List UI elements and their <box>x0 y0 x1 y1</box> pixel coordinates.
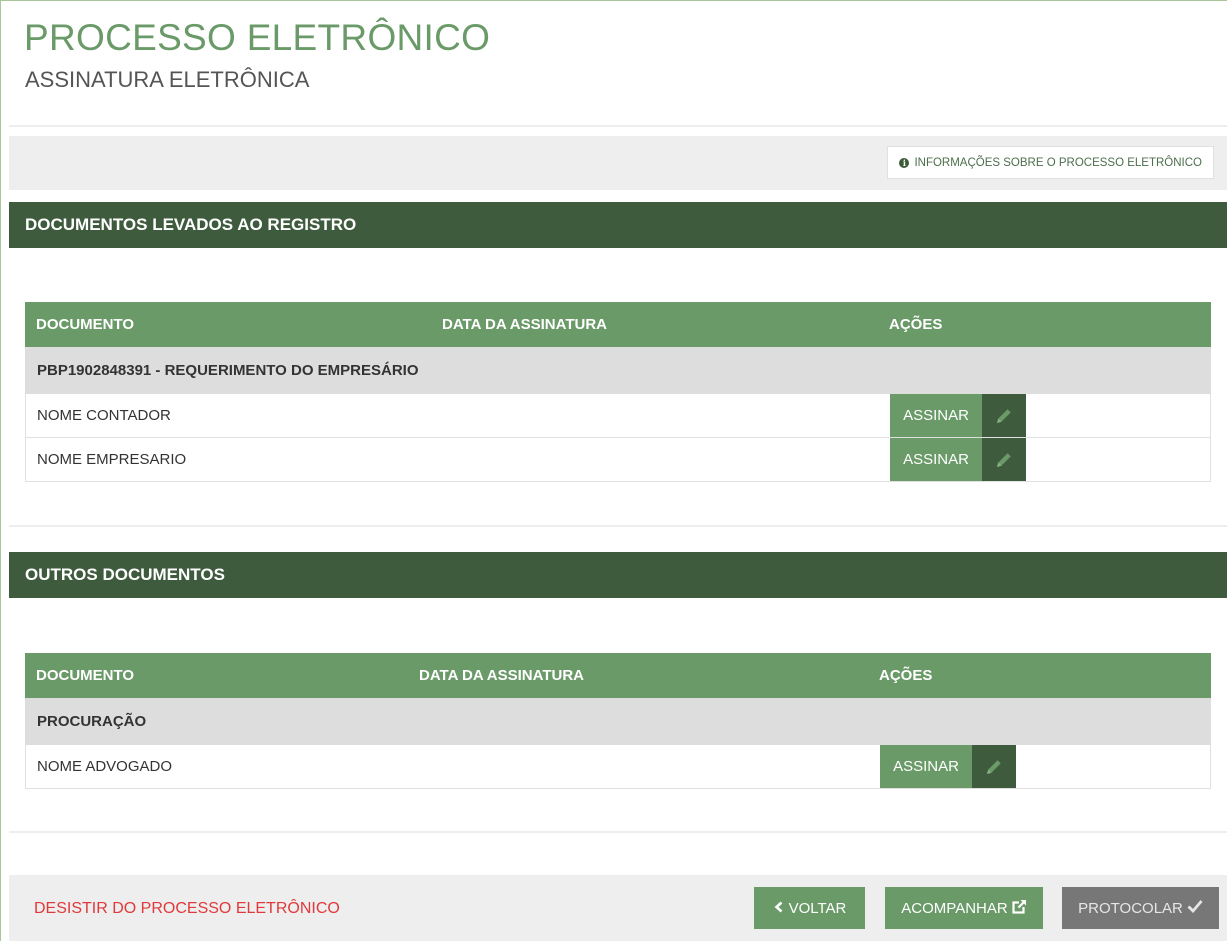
column-header-acoes: AÇÕES <box>889 316 943 333</box>
check-icon <box>1187 899 1203 917</box>
table-row: NOME CONTADOR ASSINAR <box>25 394 1211 438</box>
signer-name: NOME EMPRESARIO <box>37 451 187 468</box>
protocolar-button[interactable]: PROTOCOLAR <box>1062 887 1219 929</box>
divider <box>9 125 1227 127</box>
table-row: NOME ADVOGADO ASSINAR <box>25 745 1211 789</box>
page-frame: PROCESSO ELETRÔNICO ASSINATURA ELETRÔNIC… <box>0 0 1227 941</box>
footer-bar: DESISTIR DO PROCESSO ELETRÔNICO VOLTAR A… <box>9 875 1227 941</box>
protocolar-label: PROTOCOLAR <box>1078 899 1183 917</box>
external-link-icon <box>1012 898 1027 918</box>
document-group-row: PROCURAÇÃO <box>25 698 1211 745</box>
column-header-acoes: AÇÕES <box>879 667 933 684</box>
column-header-documento: DOCUMENTO <box>36 316 135 333</box>
acompanhar-button[interactable]: ACOMPANHAR <box>885 887 1043 929</box>
section-header-outros-documentos: OUTROS DOCUMENTOS <box>9 552 1227 598</box>
voltar-button[interactable]: VOLTAR <box>754 887 865 929</box>
page-subtitle: ASSINATURA ELETRÔNICA <box>25 67 310 92</box>
documents-table-outros: DOCUMENTO DATA DA ASSINATURA AÇÕES PROCU… <box>25 653 1211 789</box>
sign-button-label: ASSINAR <box>890 394 982 437</box>
column-header-documento: DOCUMENTO <box>36 667 135 684</box>
sign-button[interactable]: ASSINAR <box>890 394 1026 437</box>
pencil-icon <box>982 394 1026 437</box>
sign-button-label: ASSINAR <box>890 438 982 481</box>
divider <box>9 831 1227 833</box>
table-header: DOCUMENTO DATA DA ASSINATURA AÇÕES <box>25 302 1211 347</box>
voltar-label: VOLTAR <box>788 899 847 917</box>
pencil-icon <box>982 438 1026 481</box>
table-header: DOCUMENTO DATA DA ASSINATURA AÇÕES <box>25 653 1211 698</box>
sign-button[interactable]: ASSINAR <box>890 438 1026 481</box>
signer-name: NOME ADVOGADO <box>37 758 173 775</box>
pencil-icon <box>972 745 1016 788</box>
sign-button-label: ASSINAR <box>880 745 972 788</box>
column-header-data-assinatura: DATA DA ASSINATURA <box>419 667 584 684</box>
column-header-data-assinatura: DATA DA ASSINATURA <box>442 316 607 333</box>
info-bar: i INFORMAÇÕES SOBRE O PROCESSO ELETRÔNIC… <box>9 136 1227 190</box>
info-circle-icon: i <box>899 157 910 168</box>
table-row: NOME EMPRESARIO ASSINAR <box>25 438 1211 482</box>
signer-name: NOME CONTADOR <box>37 407 171 424</box>
document-group-row: PBP1902848391 - REQUERIMENTO DO EMPRESÁR… <box>25 347 1211 394</box>
page-title: PROCESSO ELETRÔNICO <box>24 17 491 58</box>
divider <box>9 525 1227 527</box>
info-process-label: INFORMAÇÕES SOBRE O PROCESSO ELETRÔNICO <box>914 156 1202 169</box>
chevron-left-icon <box>773 900 785 917</box>
section-header-documentos-registro: DOCUMENTOS LEVADOS AO REGISTRO <box>9 202 1227 248</box>
desistir-link[interactable]: DESISTIR DO PROCESSO ELETRÔNICO <box>34 900 340 918</box>
sign-button[interactable]: ASSINAR <box>880 745 1016 788</box>
acompanhar-label: ACOMPANHAR <box>901 899 1008 917</box>
documents-table-registro: DOCUMENTO DATA DA ASSINATURA AÇÕES PBP19… <box>25 302 1211 482</box>
info-process-button[interactable]: i INFORMAÇÕES SOBRE O PROCESSO ELETRÔNIC… <box>887 146 1214 179</box>
